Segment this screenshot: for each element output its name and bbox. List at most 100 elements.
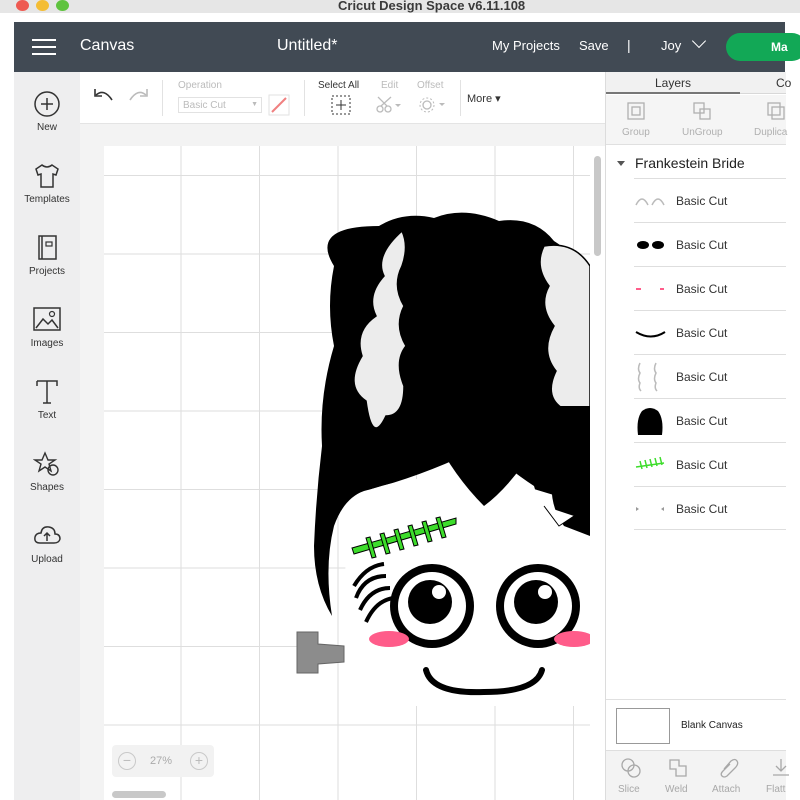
layer-row[interactable]: Basic Cut <box>634 266 786 310</box>
flatten-button[interactable]: Flatt <box>766 759 789 795</box>
blank-canvas-swatch[interactable] <box>616 708 670 744</box>
eyelashes-thumbnail-icon <box>637 241 664 249</box>
active-tab-indicator <box>606 92 740 94</box>
zoom-in-button[interactable]: + <box>190 752 208 770</box>
weld-label: Weld <box>665 784 688 795</box>
stitches-thumbnail-icon <box>635 456 665 470</box>
operation-select[interactable]: Basic Cut <box>178 97 262 113</box>
layer-actions-bar: Slice Weld Attach Flatt <box>606 750 789 800</box>
cloud-upload-icon <box>34 526 61 544</box>
save-button[interactable]: Save <box>579 38 609 53</box>
layer-row[interactable]: Basic Cut <box>634 486 786 530</box>
make-it-button[interactable]: Ma <box>726 33 800 61</box>
tshirt-icon <box>35 164 59 188</box>
attach-button[interactable]: Attach <box>712 758 740 795</box>
chevron-down-icon[interactable] <box>691 33 707 49</box>
redo-icon[interactable] <box>126 86 150 106</box>
top-header: Canvas Untitled* My Projects Save | Joy … <box>14 22 800 72</box>
vertical-scrollbar[interactable] <box>590 146 605 800</box>
sidebar-item-projects[interactable]: Projects <box>14 234 80 277</box>
close-window-button[interactable] <box>16 0 29 11</box>
layer-row[interactable]: Basic Cut <box>634 310 786 354</box>
select-all-icon[interactable] <box>331 95 351 115</box>
sidebar-item-label: New <box>36 122 57 133</box>
ungroup-icon[interactable] <box>692 101 712 121</box>
more-label: More <box>467 93 493 105</box>
blank-canvas-label: Blank Canvas <box>681 720 743 731</box>
zoom-out-button[interactable]: − <box>118 752 136 770</box>
hamburger-menu-icon[interactable] <box>32 39 56 55</box>
layer-name: Basic Cut <box>676 238 728 252</box>
sidebar-item-new[interactable]: New <box>14 90 80 133</box>
horizontal-scroll-thumb[interactable] <box>112 791 166 798</box>
layer-row[interactable]: Basic Cut <box>634 222 786 266</box>
edit-label: Edit <box>381 80 399 91</box>
undo-icon[interactable] <box>92 86 116 106</box>
sidebar-item-label: Upload <box>31 554 63 565</box>
tab-color-sync[interactable]: Co <box>776 76 791 90</box>
duplicate-icon[interactable] <box>766 101 786 121</box>
zoom-window-button[interactable] <box>56 0 69 11</box>
offset-label: Offset <box>417 80 444 91</box>
layer-name: Basic Cut <box>676 414 728 428</box>
neck-bolt <box>296 631 345 674</box>
layer-row[interactable]: Basic Cut <box>634 398 786 442</box>
group-button[interactable]: Group <box>622 127 650 138</box>
book-icon <box>38 235 57 260</box>
more-menu[interactable]: More ▾ <box>467 92 501 105</box>
layers-panel: Layers Co Group UnGroup Duplica Frankest… <box>605 72 791 800</box>
sidebar-item-images[interactable]: Images <box>14 306 80 349</box>
layer-tools: Group UnGroup Duplica <box>606 95 787 145</box>
window-titlebar: Cricut Design Space v6.11.108 <box>0 0 800 13</box>
paperclip-icon <box>720 758 739 778</box>
vertical-scroll-thumb[interactable] <box>594 156 601 256</box>
tab-layers[interactable]: Layers <box>655 76 691 90</box>
panel-tabs: Layers Co <box>606 72 791 94</box>
slice-button[interactable]: Slice <box>618 758 641 795</box>
layer-row[interactable]: Basic Cut <box>634 178 786 222</box>
plus-circle-icon <box>34 91 60 117</box>
layer-name: Basic Cut <box>676 502 728 516</box>
minimize-window-button[interactable] <box>36 0 49 11</box>
offset-icon[interactable] <box>417 96 447 114</box>
sidebar-item-label: Templates <box>24 194 70 205</box>
bolts-thumbnail-icon <box>636 507 664 511</box>
document-title: Untitled* <box>277 37 338 54</box>
hair-thumbnail-icon <box>637 408 663 435</box>
left-sidebar: New Templates Projects Images Text Shape… <box>14 72 80 800</box>
slice-label: Slice <box>618 784 640 795</box>
sidebar-item-label: Shapes <box>30 482 64 493</box>
ungroup-button[interactable]: UnGroup <box>682 127 723 138</box>
user-menu[interactable]: Joy <box>661 38 681 53</box>
sidebar-item-text[interactable]: Text <box>14 378 80 421</box>
layer-row[interactable]: Basic Cut <box>634 442 786 486</box>
ruler-top <box>104 124 605 146</box>
layer-name: Basic Cut <box>676 194 728 208</box>
group-icon[interactable] <box>626 101 646 121</box>
flatten-label: Flatt <box>766 784 786 795</box>
blank-canvas-row[interactable]: Blank Canvas <box>606 699 786 749</box>
duplicate-button[interactable]: Duplica <box>754 127 787 138</box>
caret-down-icon[interactable] <box>617 161 625 166</box>
scissors-icon[interactable] <box>375 96 403 114</box>
layer-group-name[interactable]: Frankestein Bride <box>635 155 745 171</box>
sidebar-item-upload[interactable]: Upload <box>14 522 80 565</box>
cricut-design-space-window: Cricut Design Space v6.11.108 Canvas Unt… <box>0 0 800 800</box>
ruler-left <box>80 124 104 800</box>
image-icon <box>33 307 61 331</box>
weld-button[interactable]: Weld <box>665 759 688 795</box>
sidebar-item-shapes[interactable]: Shapes <box>14 450 80 493</box>
layer-row[interactable]: Basic Cut <box>634 354 786 398</box>
design-canvas[interactable] <box>104 146 590 800</box>
pen-color-icon[interactable] <box>268 94 290 116</box>
layer-name: Basic Cut <box>676 370 728 384</box>
text-t-icon <box>36 380 58 404</box>
zoom-level: 27% <box>150 755 173 767</box>
zoom-control: − 27% + <box>112 745 214 777</box>
my-projects-link[interactable]: My Projects <box>492 38 560 53</box>
select-all-label[interactable]: Select All <box>318 80 359 91</box>
sidebar-item-label: Projects <box>28 266 66 277</box>
frankenstein-bride-artwork[interactable] <box>104 146 590 800</box>
sidebar-item-templates[interactable]: Templates <box>14 162 80 205</box>
operation-label: Operation <box>178 80 222 91</box>
